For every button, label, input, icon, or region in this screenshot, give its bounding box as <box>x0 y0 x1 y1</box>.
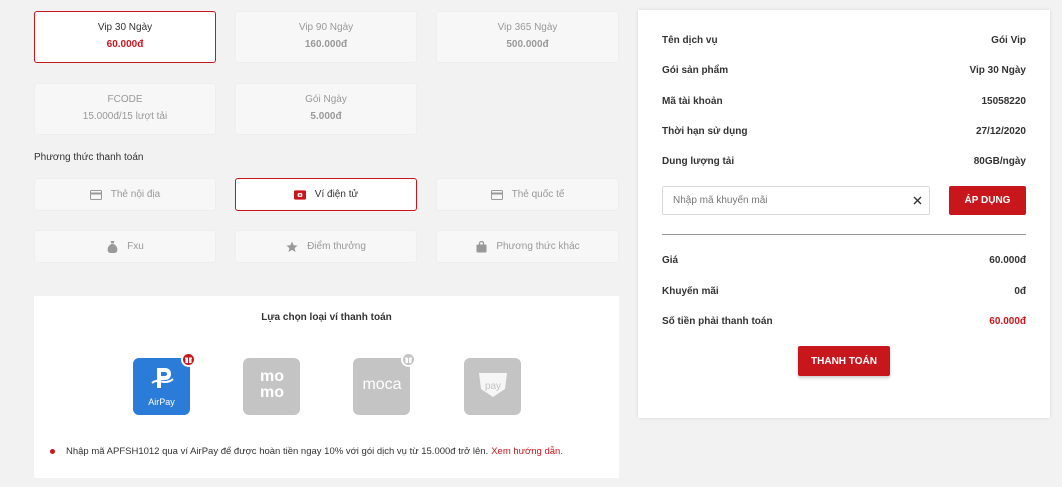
moca-logo: moca <box>357 374 407 399</box>
bag-icon <box>475 240 487 253</box>
summary-value: 27/12/2020 <box>975 126 1026 137</box>
summary-row-price: Giá 60.000đ <box>662 255 1026 266</box>
summary-row-expiry: Thời hạn sử dụng 27/12/2020 <box>662 126 1026 137</box>
payment-method-reward-points[interactable]: Điểm thưởng <box>235 230 417 263</box>
summary-row-total: Số tiền phải thanh toán 60.000đ <box>662 316 1026 327</box>
checkout-button[interactable]: THANH TOÁN <box>798 346 890 376</box>
money-bag-icon <box>106 240 118 253</box>
package-name: Vip 365 Ngày <box>497 22 558 33</box>
wallet-zalopay[interactable]: pay <box>464 358 521 415</box>
summary-label: Mã tài khoản <box>662 96 723 107</box>
summary-row-account: Mã tài khoản 15058220 <box>662 96 1026 107</box>
summary-value: Vip 30 Ngày <box>969 65 1026 76</box>
wallet-icon <box>293 189 306 201</box>
divider <box>662 234 1026 235</box>
wallet-name: pay <box>484 381 500 392</box>
payment-method-domestic-card[interactable]: Thẻ nội địa <box>34 178 216 211</box>
svg-text:mo: mo <box>260 384 284 401</box>
wallet-name: AirPay <box>148 397 175 407</box>
payment-method-label: Thẻ quốc tế <box>511 189 565 200</box>
momo-logo: mo mo <box>252 366 292 407</box>
payment-method-label: Fxu <box>127 241 144 252</box>
payment-method-label: Thẻ nội địa <box>110 189 161 200</box>
payment-method-international-card[interactable]: Thẻ quốc tế <box>436 178 619 211</box>
wallet-moca[interactable]: moca <box>353 352 416 415</box>
summary-row-service: Tên dịch vụ Gói Vip <box>662 35 1026 46</box>
payment-method-e-wallet[interactable]: Ví điện tử <box>235 178 417 211</box>
airpay-logo <box>149 366 175 395</box>
payment-method-label: Điểm thưởng <box>307 241 366 252</box>
summary-value: 15058220 <box>981 96 1027 107</box>
gift-icon <box>181 352 196 367</box>
package-card-goi-ngay[interactable]: Gói Ngày 5.000đ <box>235 83 417 135</box>
summary-label: Khuyến mãi <box>662 286 719 297</box>
summary-row-bandwidth: Dung lượng tải 80GB/ngày <box>662 156 1026 167</box>
payment-method-label: Ví điện tử <box>314 189 359 200</box>
svg-text:mo: mo <box>260 368 284 385</box>
package-card-vip-365[interactable]: Vip 365 Ngày 500.000đ <box>436 11 619 63</box>
payment-section-title: Phương thức thanh toán <box>34 152 144 163</box>
package-card-vip-90[interactable]: Vip 90 Ngày 160.000đ <box>235 11 417 63</box>
guide-link[interactable]: Xem hướng dẫn. <box>491 446 563 457</box>
summary-value: Gói Vip <box>991 35 1026 46</box>
order-summary-panel: Tên dịch vụ Gói Vip Gói sản phẩm Vip 30 … <box>638 10 1050 418</box>
summary-label: Giá <box>662 255 679 266</box>
summary-label: Gói sản phẩm <box>662 65 729 76</box>
apply-promo-button[interactable]: ÁP DỤNG <box>949 186 1026 215</box>
wallet-section-title: Lựa chọn loại ví thanh toán <box>261 312 392 323</box>
package-card-fcode[interactable]: FCODE 15.000đ/15 lượt tải <box>34 83 216 135</box>
package-name: Vip 90 Ngày <box>298 22 354 33</box>
payment-method-other[interactable]: Phương thức khác <box>436 230 619 263</box>
summary-row-product: Gói sản phẩm Vip 30 Ngày <box>662 65 1026 76</box>
summary-label: Số tiền phải thanh toán <box>662 316 773 327</box>
promo-note-text: Nhập mã APFSH1012 qua ví AirPay để được … <box>66 446 489 457</box>
wallet-momo[interactable]: mo mo <box>243 358 300 415</box>
package-price: 15.000đ/15 lượt tải <box>82 111 168 122</box>
star-icon <box>286 241 298 253</box>
gift-icon <box>401 352 416 367</box>
payment-method-fxu[interactable]: Fxu <box>34 230 216 263</box>
promo-code-field <box>662 186 930 215</box>
package-name: FCODE <box>107 94 143 105</box>
package-price: 60.000đ <box>106 39 144 50</box>
payment-method-label: Phương thức khác <box>496 241 580 252</box>
card-icon <box>490 189 503 201</box>
zalopay-logo: pay <box>475 369 511 404</box>
summary-label: Thời hạn sử dụng <box>662 126 748 137</box>
bullet-icon <box>50 449 55 454</box>
wallet-airpay[interactable]: AirPay <box>133 352 196 415</box>
summary-label: Tên dịch vụ <box>662 35 718 46</box>
package-price: 500.000đ <box>506 39 549 50</box>
package-name: Gói Ngày <box>305 94 347 105</box>
card-icon <box>89 189 102 201</box>
summary-row-discount: Khuyến mãi 0đ <box>662 286 1026 297</box>
package-card-vip-30[interactable]: Vip 30 Ngày 60.000đ <box>34 11 216 63</box>
total-amount: 60.000đ <box>989 316 1026 327</box>
summary-value: 80GB/ngày <box>973 156 1026 167</box>
package-name: Vip 30 Ngày <box>97 22 153 33</box>
promo-code-input[interactable] <box>663 187 905 214</box>
close-icon[interactable] <box>905 187 929 214</box>
svg-text:moca: moca <box>362 376 401 393</box>
summary-value: 60.000đ <box>989 255 1026 266</box>
package-price: 160.000đ <box>304 39 348 50</box>
summary-value: 0đ <box>1014 286 1026 297</box>
package-price: 5.000đ <box>310 111 342 122</box>
wallet-selection-panel: Lựa chọn loại ví thanh toán AirPay mo mo … <box>34 296 619 478</box>
promo-note: Nhập mã APFSH1012 qua ví AirPay để được … <box>50 446 563 457</box>
summary-label: Dung lượng tải <box>662 156 735 167</box>
